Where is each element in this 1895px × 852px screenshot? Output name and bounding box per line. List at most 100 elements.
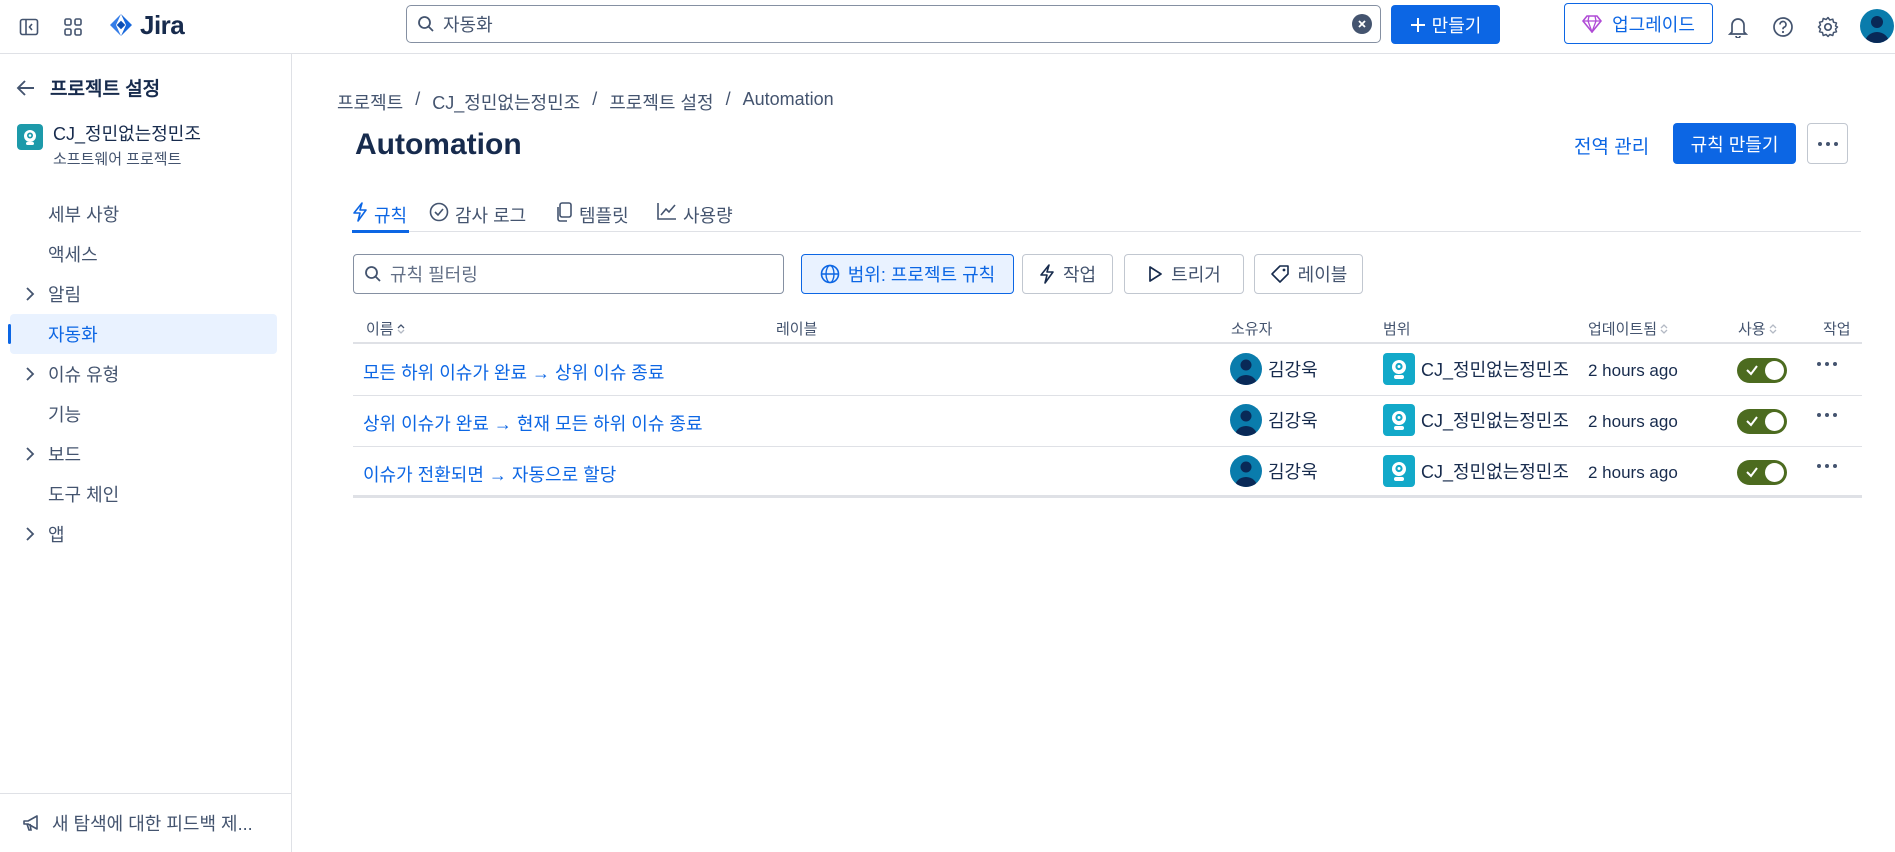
table-row: 상위 이슈가 완료 → 현재 모든 하위 이슈 종료 김강욱 CJ_정민없는정민… [353, 396, 1862, 447]
tab-templates[interactable]: 템플릿 [555, 202, 629, 232]
rule-owner: 김강욱 [1230, 404, 1318, 436]
sidebar-item-apps[interactable]: 앱 [10, 514, 277, 554]
project-avatar-icon [17, 124, 43, 150]
clear-search-icon[interactable] [1352, 14, 1372, 34]
back-to-project[interactable]: 프로젝트 설정 [16, 74, 160, 101]
chevron-right-icon[interactable] [24, 446, 36, 462]
create-button[interactable]: 만들기 [1391, 5, 1500, 44]
create-rule-button[interactable]: 규칙 만들기 [1673, 123, 1796, 164]
project-avatar-icon [1383, 404, 1415, 436]
breadcrumb-automation[interactable]: Automation [743, 89, 834, 115]
arrow-left-icon [16, 79, 34, 96]
rule-enabled-toggle[interactable] [1737, 358, 1787, 383]
user-avatar[interactable] [1860, 9, 1894, 43]
sidebar-item-label: 알림 [48, 285, 82, 305]
check-circle-icon [429, 202, 449, 222]
breadcrumb-separator: / [415, 89, 421, 109]
breadcrumb-separator: / [725, 89, 731, 109]
header-scope: 범위 [1383, 321, 1411, 338]
updated-time: 2 hours ago [1588, 412, 1678, 431]
rule-enabled-toggle[interactable] [1737, 409, 1787, 434]
check-icon [1746, 365, 1758, 376]
sidebar-item-label: 세부 사항 [48, 205, 120, 225]
tab-usage[interactable]: 사용량 [657, 202, 733, 232]
global-admin-link[interactable]: 전역 관리 [1574, 132, 1649, 159]
project-name: CJ_정민없는정민조 [53, 124, 201, 144]
header-labels: 레이블 [776, 321, 818, 338]
sidebar-item-label: 보드 [48, 445, 82, 465]
rule-name-link[interactable]: 상위 이슈가 완료 → 현재 모든 하위 이슈 종료 [363, 410, 703, 436]
sidebar-item-label: 액세스 [48, 245, 98, 265]
updated-time: 2 hours ago [1588, 463, 1678, 482]
rule-name-link[interactable]: 모든 하위 이슈가 완료 → 상위 이슈 종료 [363, 359, 664, 385]
sidebar-item-details[interactable]: 세부 사항 [10, 194, 277, 234]
breadcrumb-settings[interactable]: 프로젝트 설정 [609, 89, 713, 115]
filter-placeholder: 규칙 필터링 [390, 265, 478, 285]
rule-owner: 김강욱 [1230, 455, 1318, 487]
header-updated-label: 업데이트됨 [1588, 321, 1658, 338]
rule-name-link[interactable]: 이슈가 전환되면 → 자동으로 할당 [363, 461, 616, 487]
chevron-right-icon[interactable] [24, 366, 36, 382]
chevron-right-icon[interactable] [24, 286, 36, 302]
row-more-icon[interactable] [1816, 463, 1838, 469]
rules-table-header: 이름 레이블 소유자 범위 업데이트됨 사용 작업 [353, 312, 1862, 344]
search-input[interactable]: 자동화 [443, 11, 493, 37]
row-more-icon[interactable] [1816, 412, 1838, 418]
breadcrumb-projects[interactable]: 프로젝트 [337, 89, 403, 115]
sidebar-item-notifications[interactable]: 알림 [10, 274, 277, 314]
check-icon [1746, 467, 1758, 478]
action-filter-chip[interactable]: 작업 [1022, 254, 1113, 294]
header-enabled-label: 사용 [1738, 321, 1766, 338]
sidebar-item-label: 이슈 유형 [48, 365, 120, 385]
sidebar-item-label: 앱 [48, 525, 65, 545]
sidebar-toggle-icon[interactable] [14, 12, 44, 42]
header-name-label: 이름 [366, 321, 394, 338]
rule-filter-input[interactable]: 규칙 필터링 [353, 254, 784, 294]
chevron-right-icon[interactable] [24, 526, 36, 542]
tab-audit-log[interactable]: 감사 로그 [429, 202, 526, 232]
app-switcher-icon[interactable] [58, 12, 88, 42]
tab-label: 템플릿 [579, 206, 629, 226]
owner-avatar [1230, 404, 1262, 436]
upgrade-button[interactable]: 업그레이드 [1564, 3, 1713, 44]
scope-filter-chip[interactable]: 범위: 프로젝트 규칙 [801, 254, 1014, 294]
sidebar-title: 프로젝트 설정 [50, 79, 161, 100]
rule-enabled-toggle[interactable] [1737, 460, 1787, 485]
scope-filter-label: 범위: 프로젝트 규칙 [847, 265, 996, 285]
sidebar-item-features[interactable]: 기능 [10, 394, 277, 434]
label-filter-chip[interactable]: 레이블 [1254, 254, 1363, 294]
sidebar-item-issue-types[interactable]: 이슈 유형 [10, 354, 277, 394]
header-updated[interactable]: 업데이트됨 [1588, 318, 1668, 339]
header-enabled[interactable]: 사용 [1738, 318, 1777, 339]
rule-scope: CJ_정민없는정민조 [1383, 455, 1569, 487]
breadcrumb: 프로젝트 / CJ_정민없는정민조 / 프로젝트 설정 / Automation [337, 89, 834, 115]
project-header[interactable]: CJ_정민없는정민조 소프트웨어 프로젝트 [17, 120, 201, 169]
header-actions: 작업 [1823, 321, 1851, 338]
tab-rules[interactable]: 규칙 [352, 202, 409, 233]
feedback-link[interactable]: 새 탐색에 대한 피드백 제... [0, 793, 291, 852]
sidebar-item-boards[interactable]: 보드 [10, 434, 277, 474]
table-row: 이슈가 전환되면 → 자동으로 할당 김강욱 CJ_정민없는정민조 2 hour… [353, 447, 1862, 498]
trigger-filter-chip[interactable]: 트리거 [1124, 254, 1244, 294]
owner-avatar [1230, 353, 1262, 385]
tab-label: 사용량 [683, 206, 733, 226]
row-more-icon[interactable] [1816, 361, 1838, 367]
jira-logo[interactable]: Jira [108, 10, 185, 41]
project-type: 소프트웨어 프로젝트 [53, 151, 182, 168]
check-icon [1746, 416, 1758, 427]
toggle-knob [1765, 412, 1784, 431]
settings-gear-icon[interactable] [1813, 12, 1843, 42]
sidebar-item-automation[interactable]: 자동화 [8, 314, 277, 354]
notifications-icon[interactable] [1723, 12, 1753, 42]
more-actions-button[interactable] [1807, 123, 1848, 164]
sidebar-item-toolchain[interactable]: 도구 체인 [10, 474, 277, 514]
sort-icon [397, 323, 405, 334]
breadcrumb-project[interactable]: CJ_정민없는정민조 [432, 89, 580, 115]
line-chart-icon [657, 203, 676, 220]
help-icon[interactable] [1768, 12, 1798, 42]
sidebar-item-label: 기능 [48, 405, 82, 425]
header-name[interactable]: 이름 [366, 318, 405, 339]
rule-scope: CJ_정민없는정민조 [1383, 404, 1569, 436]
sidebar-item-access[interactable]: 액세스 [10, 234, 277, 274]
global-search[interactable]: 자동화 [406, 5, 1381, 43]
